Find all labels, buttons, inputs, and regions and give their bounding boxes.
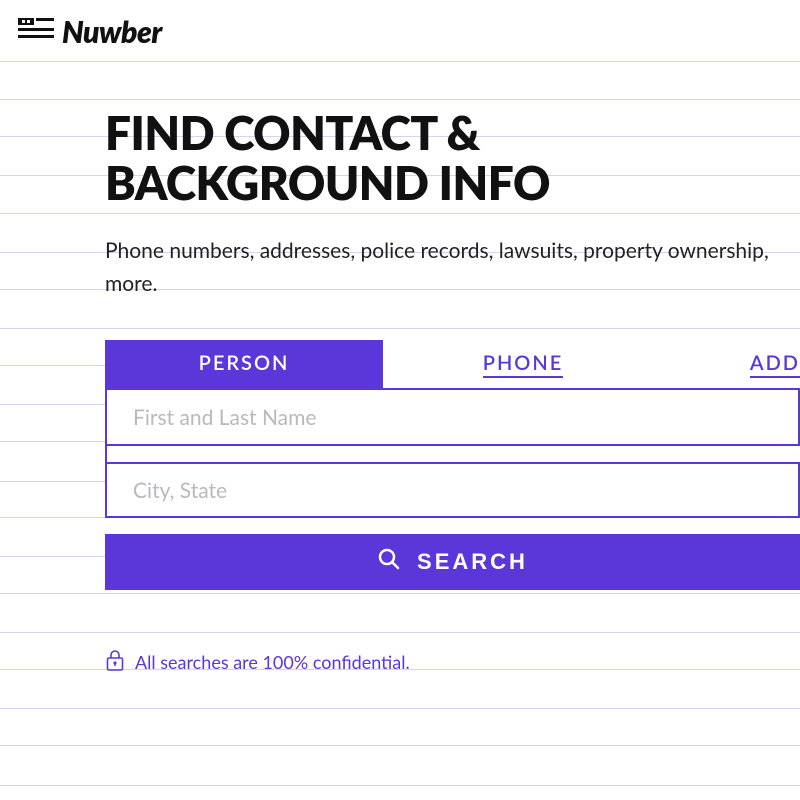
location-input[interactable]: [133, 478, 772, 503]
logo-icon: [18, 17, 54, 47]
tab-label: ADD: [750, 351, 800, 378]
location-field-wrapper[interactable]: [107, 462, 800, 518]
tab-address[interactable]: ADD: [663, 340, 800, 390]
site-logo[interactable]: Nuwber: [18, 14, 782, 50]
search-icon: [377, 547, 401, 577]
confidential-note: All searches are 100% confidential.: [105, 648, 800, 676]
search-button[interactable]: SEARCH: [105, 534, 800, 590]
search-tabs: PERSON PHONE ADD: [105, 340, 800, 390]
page-subtitle: Phone numbers, addresses, police records…: [105, 235, 800, 300]
tab-label: PERSON: [199, 351, 290, 375]
hero-section: FIND CONTACT & BACKGROUND INFO Phone num…: [0, 68, 800, 676]
site-header: Nuwber: [0, 0, 800, 68]
search-form: [105, 390, 800, 518]
tab-label: PHONE: [483, 351, 564, 378]
tab-person[interactable]: PERSON: [105, 340, 383, 390]
title-line-2: BACKGROUND INFO: [105, 155, 550, 210]
confidential-text: All searches are 100% confidential.: [135, 651, 410, 673]
search-button-label: SEARCH: [417, 549, 528, 575]
tab-phone[interactable]: PHONE: [383, 340, 663, 390]
name-field-wrapper[interactable]: [107, 390, 800, 446]
logo-text: Nuwber: [62, 14, 162, 50]
title-line-1: FIND CONTACT &: [105, 105, 480, 160]
lock-icon: [105, 648, 125, 676]
name-input[interactable]: [133, 405, 772, 430]
page-title: FIND CONTACT & BACKGROUND INFO: [105, 108, 800, 207]
